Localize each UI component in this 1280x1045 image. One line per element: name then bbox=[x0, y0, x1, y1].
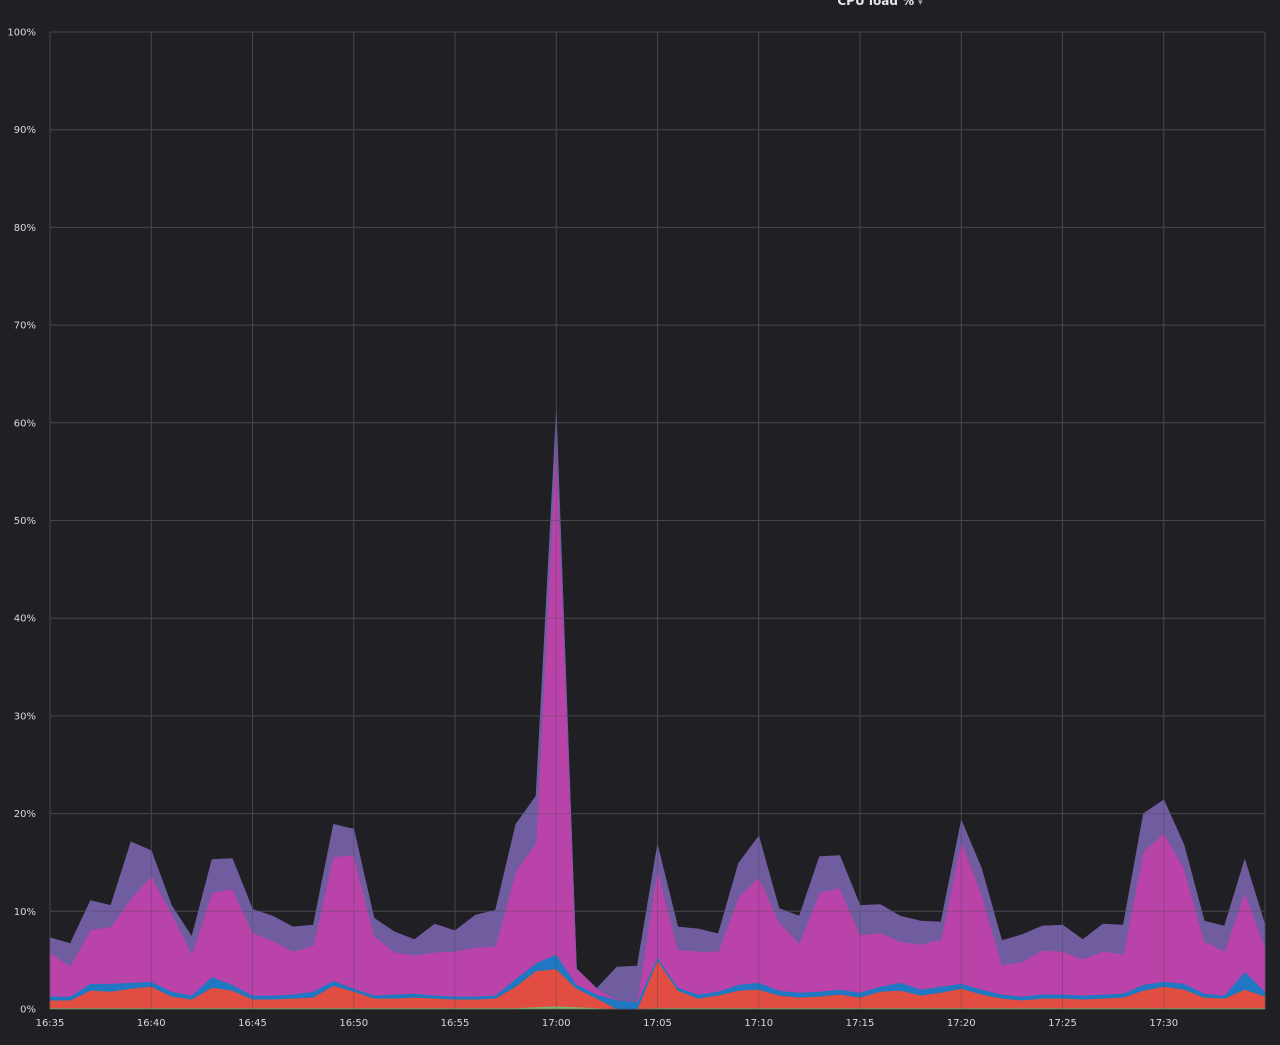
y-tick-label: 90% bbox=[14, 125, 36, 136]
x-tick-label: 17:05 bbox=[643, 1018, 672, 1029]
x-tick-label: 17:25 bbox=[1048, 1018, 1077, 1029]
panel-menu-caret-icon[interactable]: ▾ bbox=[918, 0, 923, 8]
panel-title[interactable]: CPU load % ▾ bbox=[0, 0, 1280, 8]
y-tick-label: 30% bbox=[14, 711, 36, 722]
y-tick-label: 70% bbox=[14, 321, 36, 332]
x-tick-label: 16:45 bbox=[238, 1018, 267, 1029]
x-tick-label: 16:40 bbox=[137, 1018, 166, 1029]
x-tick-label: 17:00 bbox=[542, 1018, 571, 1029]
cpu-load-chart: 16:35 16:40 16:45 16:50 16:55 17:00 17:05 17:10… bbox=[7, 28, 1266, 1029]
y-tick-label: 80% bbox=[14, 223, 36, 234]
y-tick-label: 100% bbox=[7, 28, 36, 39]
x-tick-label: 16:35 bbox=[36, 1018, 65, 1029]
y-tick-label: 50% bbox=[14, 516, 36, 527]
y-tick-label: 20% bbox=[14, 809, 36, 820]
x-tick-label: 17:20 bbox=[947, 1018, 976, 1029]
x-tick-label: 17:10 bbox=[744, 1018, 773, 1029]
panel-title-text: CPU load % bbox=[837, 0, 915, 8]
x-tick-label: 17:30 bbox=[1149, 1018, 1178, 1029]
cpu-load-panel: CPU load % ▾ 16:35 16:40 16:45 16:50 16:55 17:… bbox=[0, 0, 1280, 1041]
y-tick-label: 0% bbox=[20, 1005, 36, 1016]
x-tick-label: 17:15 bbox=[846, 1018, 875, 1029]
y-axis: 0% 10% 20% 30% 40% 50% 60% 70% 80% 90% 100% bbox=[7, 28, 36, 1016]
y-tick-label: 60% bbox=[14, 418, 36, 429]
y-tick-label: 10% bbox=[14, 907, 36, 918]
y-tick-label: 40% bbox=[14, 614, 36, 625]
x-tick-label: 16:50 bbox=[339, 1018, 368, 1029]
x-axis: 16:35 16:40 16:45 16:50 16:55 17:00 17:05 17:10… bbox=[36, 1018, 1179, 1029]
x-tick-label: 16:55 bbox=[441, 1018, 470, 1029]
